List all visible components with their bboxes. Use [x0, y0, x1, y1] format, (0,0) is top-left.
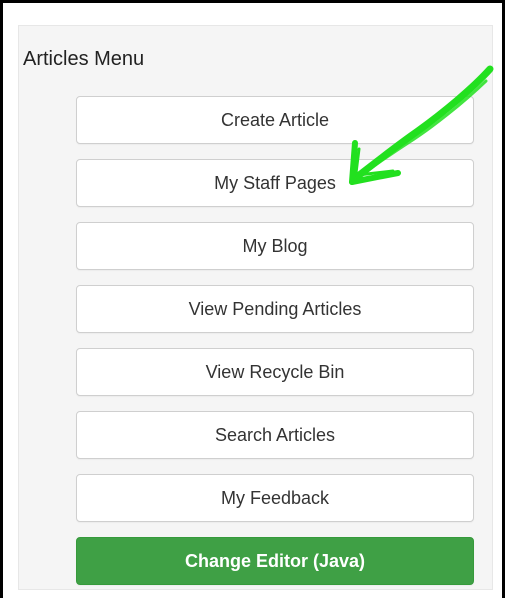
my-blog-button[interactable]: My Blog — [76, 222, 474, 270]
view-pending-articles-button[interactable]: View Pending Articles — [76, 285, 474, 333]
change-editor-button[interactable]: Change Editor (Java) — [76, 537, 474, 585]
search-articles-button[interactable]: Search Articles — [76, 411, 474, 459]
menu-title: Articles Menu — [23, 48, 145, 70]
my-staff-pages-button[interactable]: My Staff Pages — [76, 159, 474, 207]
my-feedback-button[interactable]: My Feedback — [76, 474, 474, 522]
screenshot-frame: Articles Menu Create Article My Staff Pa… — [0, 0, 505, 598]
view-recycle-bin-button[interactable]: View Recycle Bin — [76, 348, 474, 396]
create-article-button[interactable]: Create Article — [76, 96, 474, 144]
articles-menu-list: Create Article My Staff Pages My Blog Vi… — [76, 96, 474, 600]
